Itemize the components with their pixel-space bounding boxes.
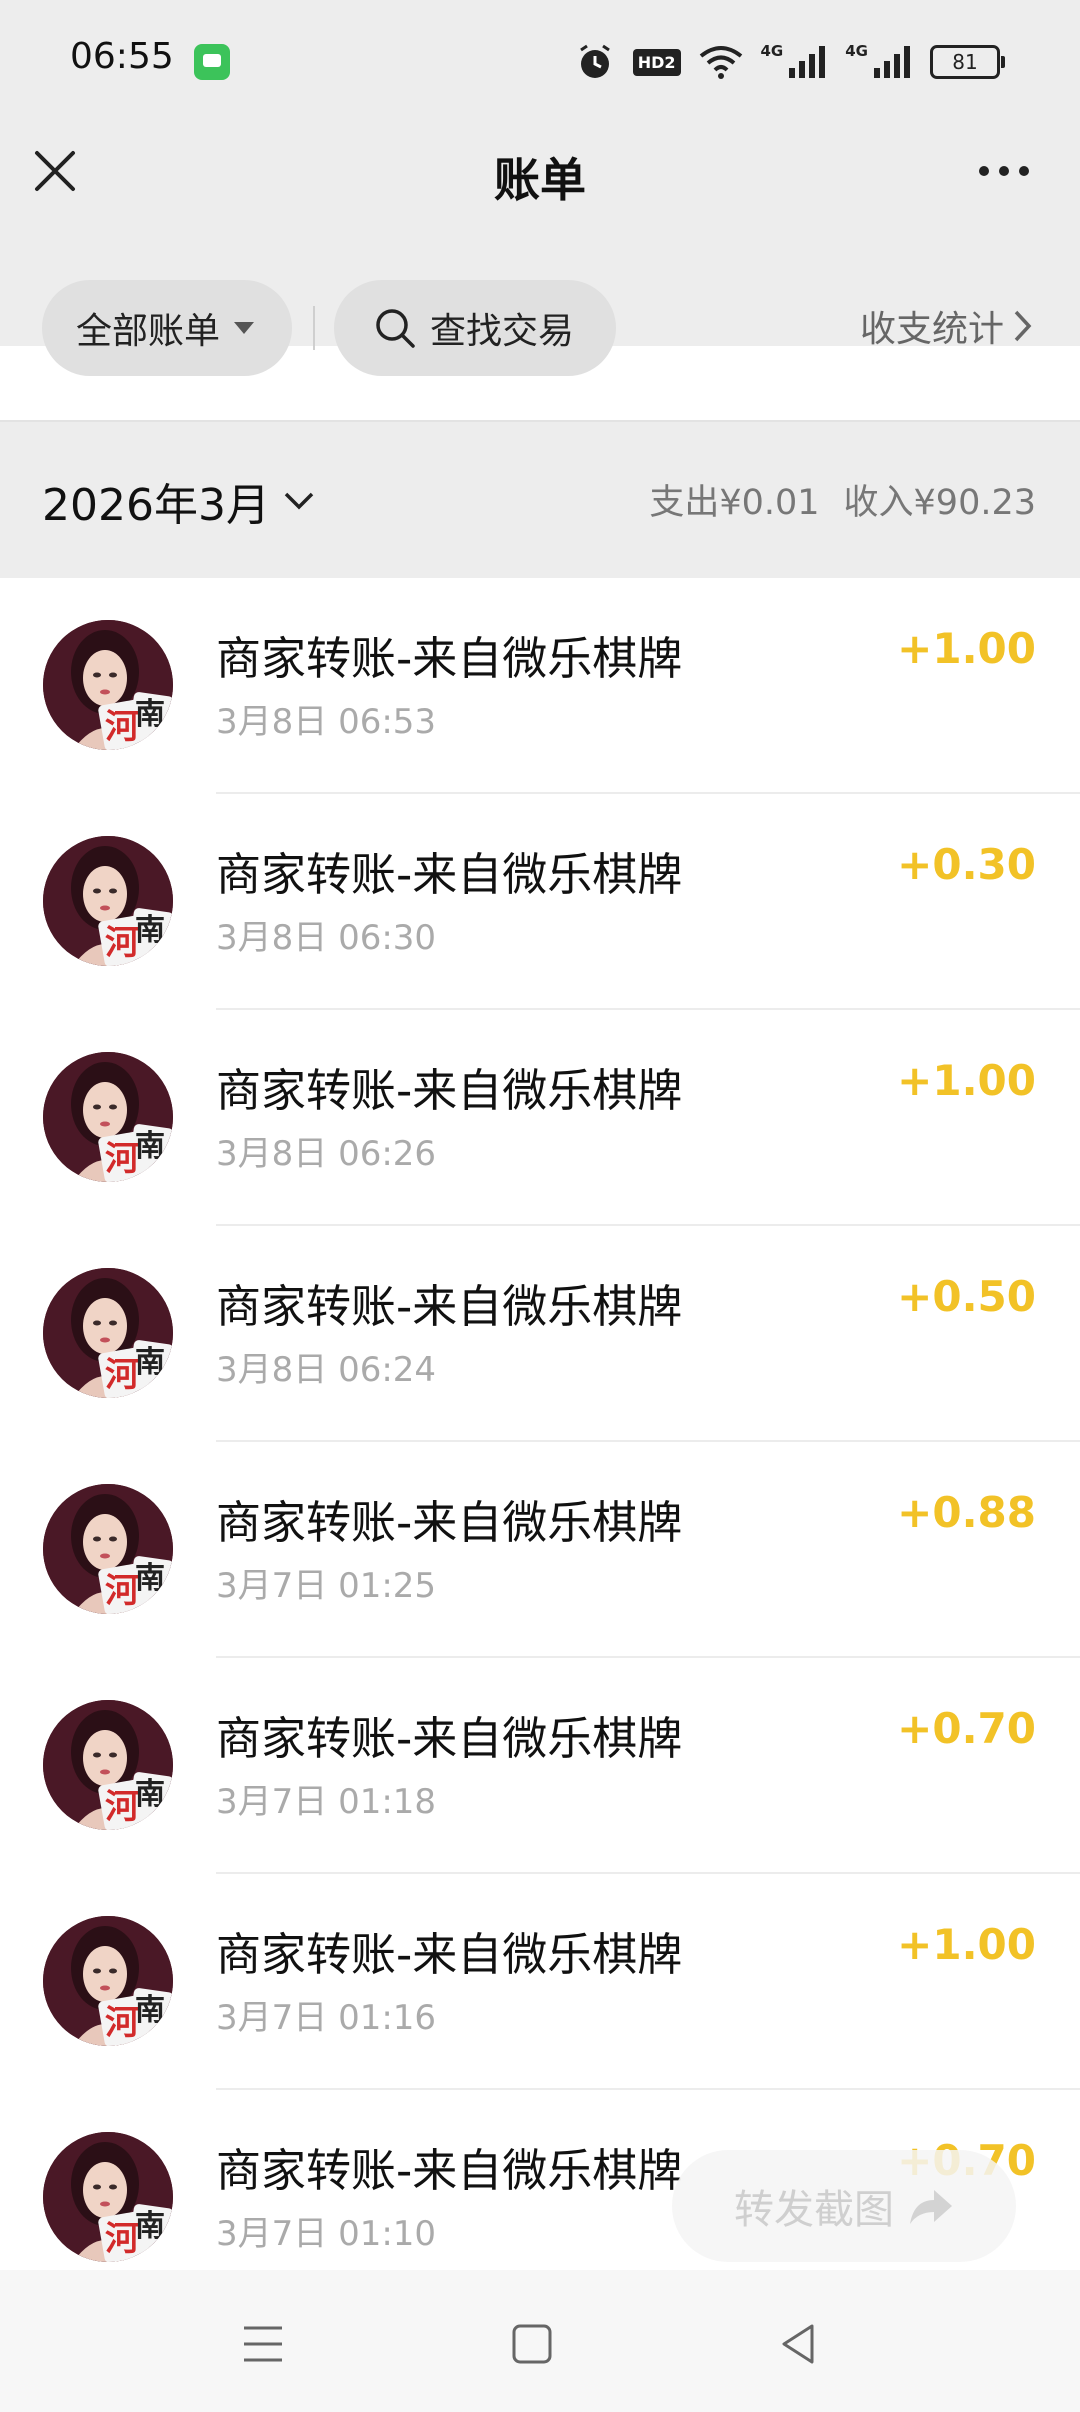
transaction-amount: +1.00 (897, 1920, 1036, 1969)
avatar-char-1: 河 (105, 1139, 139, 1179)
transaction-row[interactable]: 河 南 商家转账-来自微乐棋牌 3月7日 01:18 +0.70 (0, 1658, 1080, 1874)
avatar-char-2: 南 (135, 1561, 165, 1596)
merchant-avatar: 河 南 (43, 1268, 173, 1398)
avatar-char-1: 河 (105, 1787, 139, 1827)
avatar-char-2: 南 (135, 1345, 165, 1380)
merchant-avatar: 河 南 (43, 1916, 173, 2046)
transaction-amount: +1.00 (897, 1056, 1036, 1105)
avatar-char-2: 南 (135, 1129, 165, 1164)
search-icon (376, 309, 415, 348)
avatar-char-2: 南 (135, 913, 165, 948)
month-selector[interactable]: 2026年3月 (42, 469, 316, 533)
transaction-time: 3月7日 01:18 (216, 1782, 437, 1822)
transaction-time: 3月8日 06:30 (216, 918, 437, 958)
expense-summary: 支出¥0.01 (649, 483, 820, 523)
share-screenshot-label: 转发截图 (734, 2187, 894, 2233)
transaction-amount: +0.30 (897, 840, 1036, 889)
transaction-row[interactable]: 河 南 商家转账-来自微乐棋牌 3月8日 06:26 +1.00 (0, 1010, 1080, 1226)
transaction-amount: +1.00 (897, 624, 1036, 673)
transaction-row[interactable]: 河 南 商家转账-来自微乐棋牌 3月7日 01:25 +0.88 (0, 1442, 1080, 1658)
transaction-amount: +0.88 (897, 1488, 1036, 1537)
transaction-title: 商家转账-来自微乐棋牌 (216, 1712, 683, 1765)
transaction-title: 商家转账-来自微乐棋牌 (216, 2144, 683, 2197)
transaction-title: 商家转账-来自微乐棋牌 (216, 848, 683, 901)
avatar-char-1: 河 (105, 1571, 139, 1611)
signal-icon (789, 46, 826, 78)
status-time: 06:55 (70, 36, 174, 77)
month-summary: 支出¥0.01 收入¥90.23 (649, 474, 1036, 525)
battery-icon: 81 (930, 45, 1005, 79)
income-summary: 收入¥90.23 (843, 483, 1036, 523)
transaction-row[interactable]: 河 南 商家转账-来自微乐棋牌 3月8日 06:30 +0.30 (0, 794, 1080, 1010)
transaction-time: 3月7日 01:16 (216, 1998, 437, 2038)
transaction-row[interactable]: 河 南 商家转账-来自微乐棋牌 3月8日 06:24 +0.50 (0, 1226, 1080, 1442)
chevron-down-icon (284, 492, 314, 510)
transaction-title: 商家转账-来自微乐棋牌 (216, 1280, 683, 1333)
merchant-avatar: 河 南 (43, 2132, 173, 2262)
more-icon[interactable] (976, 146, 1032, 196)
hd-voice-icon: HD2 (632, 48, 681, 76)
transaction-title: 商家转账-来自微乐棋牌 (216, 1496, 683, 1549)
transaction-time: 3月8日 06:26 (216, 1134, 437, 1174)
search-transactions-label: 查找交易 (430, 311, 575, 352)
wifi-icon (699, 46, 742, 79)
menu-icon[interactable] (240, 2322, 286, 2366)
avatar-char-2: 南 (135, 697, 165, 732)
chevron-right-icon (1014, 310, 1032, 342)
signal-type-label: 4G (760, 42, 784, 60)
stats-label: 收支统计 (859, 309, 1004, 350)
alarm-icon (579, 44, 610, 78)
status-bar: 06:55 HD2 4G 4G 81 (0, 0, 1080, 124)
all-bills-filter-button[interactable]: 全部账单 (42, 280, 292, 376)
home-icon[interactable] (510, 2322, 554, 2366)
avatar-char-2: 南 (135, 1777, 165, 1812)
avatar-char-1: 河 (105, 2219, 139, 2259)
transaction-title: 商家转账-来自微乐棋牌 (216, 1928, 683, 1981)
avatar-char-1: 河 (105, 923, 139, 963)
transaction-time: 3月7日 01:25 (216, 1566, 437, 1606)
search-transactions-button[interactable]: 查找交易 (334, 280, 616, 376)
message-app-icon (194, 44, 230, 80)
page-title: 账单 (494, 153, 586, 207)
merchant-avatar: 河 南 (43, 1700, 173, 1830)
merchant-avatar: 河 南 (43, 1484, 173, 1614)
transaction-time: 3月7日 01:10 (216, 2214, 437, 2254)
transaction-time: 3月8日 06:24 (216, 1350, 437, 1390)
transaction-row[interactable]: 河 南 商家转账-来自微乐棋牌 3月8日 06:53 +1.00 (0, 578, 1080, 794)
signal-type-label: 4G (845, 42, 868, 60)
transaction-title: 商家转账-来自微乐棋牌 (216, 1064, 683, 1117)
merchant-avatar: 河 南 (43, 620, 173, 750)
share-arrow-icon (910, 2190, 952, 2224)
caret-down-icon (234, 322, 255, 334)
transaction-amount: +0.50 (897, 1272, 1036, 1321)
merchant-avatar: 河 南 (43, 836, 173, 966)
transaction-time: 3月8日 06:53 (216, 702, 437, 742)
transaction-list: 河 南 商家转账-来自微乐棋牌 3月8日 06:53 +1.00 河 南 商家转… (0, 578, 1080, 2306)
income-expense-stats-link[interactable]: 收支统计 (860, 300, 1034, 352)
transaction-row[interactable]: 河 南 商家转账-来自微乐棋牌 3月7日 01:16 +1.00 (0, 1874, 1080, 2090)
month-label: 2026年3月 (42, 480, 270, 531)
merchant-avatar: 河 南 (43, 1052, 173, 1182)
share-screenshot-button[interactable]: 转发截图 (672, 2150, 1016, 2262)
avatar-char-1: 河 (105, 707, 139, 747)
avatar-char-1: 河 (105, 1355, 139, 1395)
avatar-char-2: 南 (135, 1993, 165, 2028)
all-bills-label: 全部账单 (76, 311, 221, 352)
signal-icon (874, 46, 910, 78)
back-icon[interactable] (778, 2322, 818, 2366)
avatar-char-2: 南 (135, 2209, 165, 2244)
status-icons: HD2 4G 4G 81 (575, 40, 1005, 84)
transaction-title: 商家转账-来自微乐棋牌 (216, 632, 683, 685)
avatar-char-1: 河 (105, 2003, 139, 2043)
filter-divider (313, 306, 315, 350)
transaction-amount: +0.70 (897, 1704, 1036, 1753)
